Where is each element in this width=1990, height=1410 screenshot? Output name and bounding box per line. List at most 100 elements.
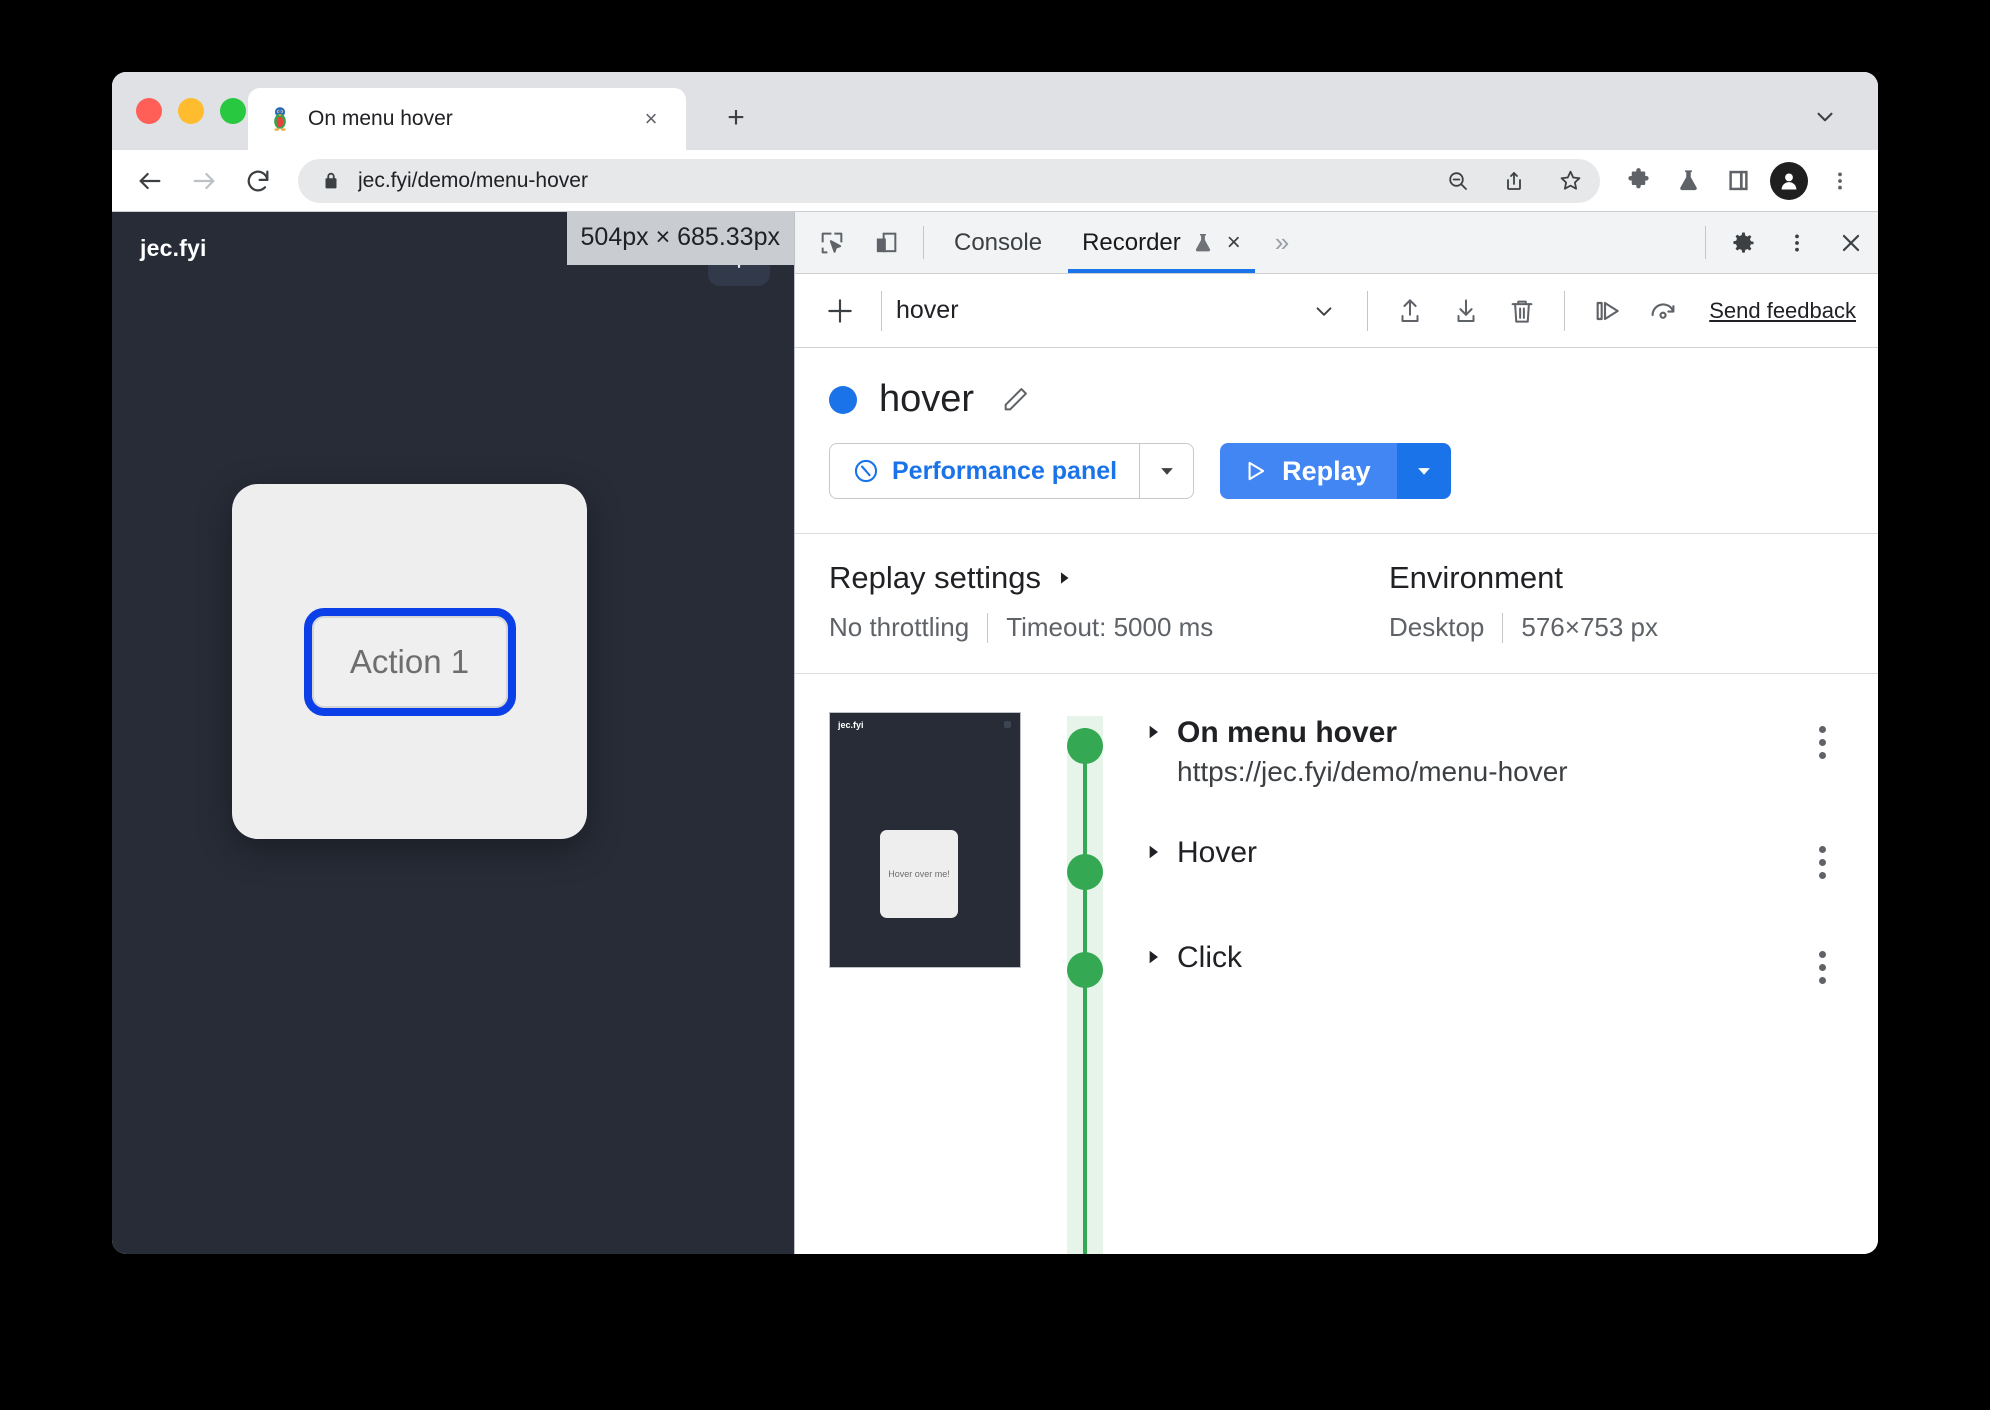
- side-panel-icon[interactable]: [1716, 159, 1760, 203]
- chevron-down-icon: [1311, 298, 1337, 324]
- caret-right-icon: [1055, 569, 1073, 587]
- viewport-size-tooltip: 504px × 685.33px: [566, 212, 794, 265]
- send-feedback-link[interactable]: Send feedback: [1709, 298, 1856, 324]
- devtools-panel: Console Recorder × » hover Send feedback…: [795, 212, 1878, 1254]
- device-toolbar-icon[interactable]: [859, 212, 913, 273]
- three-dot-menu-icon[interactable]: [1800, 836, 1844, 879]
- throttling-value: No throttling: [829, 612, 970, 642]
- three-dot-menu-icon[interactable]: [1818, 159, 1862, 203]
- window-content: jec.fyi 504px × 685.33px Action 1 Consol…: [112, 212, 1878, 1254]
- step-marker-1: [1067, 728, 1103, 764]
- thumbnail-brand: jec.fyi: [838, 720, 864, 730]
- three-dot-menu-icon[interactable]: [1770, 212, 1824, 273]
- caret-right-icon[interactable]: [1143, 716, 1177, 747]
- step-subtitle-1: https://jec.fyi/demo/menu-hover: [1177, 756, 1568, 787]
- trash-icon[interactable]: [1494, 283, 1550, 339]
- close-window-button[interactable]: [136, 98, 162, 124]
- timeout-value: Timeout: 5000 ms: [1006, 612, 1214, 642]
- performance-panel-button[interactable]: Performance panel: [830, 444, 1139, 498]
- minimize-window-button[interactable]: [178, 98, 204, 124]
- close-icon[interactable]: [1824, 212, 1878, 273]
- puzzle-icon[interactable]: [1616, 159, 1660, 203]
- toolbar-divider-2: [1367, 290, 1369, 331]
- step-marker-3: [1067, 952, 1103, 988]
- address-bar-url: jec.fyi/demo/menu-hover: [358, 168, 588, 192]
- caret-right-icon[interactable]: [1143, 941, 1177, 972]
- recording-header: hover: [795, 348, 1878, 427]
- recording-select[interactable]: hover: [896, 296, 1353, 325]
- replay-settings-column: Replay settings No throttling Timeout: 5…: [829, 560, 1389, 643]
- replay-button[interactable]: Replay: [1220, 443, 1397, 499]
- page-viewport: jec.fyi 504px × 685.33px Action 1: [112, 212, 795, 1254]
- more-tabs-icon[interactable]: »: [1261, 212, 1303, 273]
- tab-close-icon[interactable]: ×: [634, 102, 668, 136]
- step-body-3: Click: [1177, 941, 1800, 975]
- plus-icon[interactable]: [813, 284, 867, 338]
- tab-recorder[interactable]: Recorder ×: [1062, 212, 1261, 273]
- tab-console-label: Console: [954, 228, 1043, 256]
- caret-right-icon[interactable]: [1143, 836, 1177, 867]
- steps-section: jec.fyi Hover over me! On menu hover htt…: [795, 674, 1878, 1254]
- step-body-2: Hover: [1177, 836, 1800, 870]
- forward-arrow-icon[interactable]: [180, 157, 228, 205]
- replay-options-caret[interactable]: [1396, 443, 1451, 499]
- reload-icon[interactable]: [234, 157, 282, 205]
- export-icon[interactable]: [1438, 283, 1494, 339]
- step-row-2[interactable]: Hover: [1133, 836, 1844, 879]
- replay-speed-icon[interactable]: [1635, 283, 1691, 339]
- replay-settings-values: No throttling Timeout: 5000 ms: [829, 612, 1389, 643]
- import-icon[interactable]: [1382, 283, 1438, 339]
- tab-strip: On menu hover × +: [112, 72, 1878, 150]
- step-body-1: On menu hover https://jec.fyi/demo/menu-…: [1177, 716, 1800, 788]
- browser-toolbar: jec.fyi/demo/menu-hover: [112, 150, 1878, 212]
- step-row-1[interactable]: On menu hover https://jec.fyi/demo/menu-…: [1133, 716, 1844, 788]
- step-row-3[interactable]: Click: [1133, 941, 1844, 984]
- divider: [987, 612, 989, 643]
- timeline-line: [1083, 728, 1087, 1254]
- hover-card[interactable]: Action 1: [232, 484, 587, 839]
- share-icon[interactable]: [1494, 161, 1534, 201]
- traffic-lights: [136, 98, 246, 124]
- recording-select-value: hover: [896, 296, 959, 324]
- address-bar[interactable]: jec.fyi/demo/menu-hover: [298, 158, 1600, 203]
- steps-list: On menu hover https://jec.fyi/demo/menu-…: [1133, 702, 1844, 1254]
- back-arrow-icon[interactable]: [126, 157, 174, 205]
- environment-viewport: 576×753 px: [1521, 612, 1659, 642]
- performance-panel-label: Performance panel: [892, 456, 1118, 485]
- recording-thumbnail: jec.fyi Hover over me!: [829, 712, 1021, 968]
- tab-recorder-close-icon[interactable]: ×: [1227, 230, 1241, 255]
- toolbar-divider: [881, 290, 882, 331]
- star-icon[interactable]: [1550, 161, 1590, 201]
- flask-icon[interactable]: [1666, 159, 1710, 203]
- new-tab-button[interactable]: +: [714, 96, 758, 140]
- divider: [1502, 612, 1504, 643]
- three-dot-menu-icon[interactable]: [1800, 941, 1844, 984]
- step-title-3: Click: [1177, 941, 1242, 974]
- inspect-element-icon[interactable]: [805, 212, 859, 273]
- profile-avatar-icon[interactable]: [1770, 161, 1808, 200]
- browser-tab[interactable]: On menu hover ×: [248, 88, 686, 150]
- pencil-icon[interactable]: [996, 381, 1034, 419]
- devtools-tabbar-right: [1695, 212, 1878, 273]
- performance-panel-caret[interactable]: [1139, 444, 1193, 498]
- recording-status-dot: [829, 385, 857, 414]
- sun-icon: [1004, 721, 1011, 728]
- environment-values: Desktop 576×753 px: [1389, 612, 1844, 643]
- maximize-window-button[interactable]: [220, 98, 246, 124]
- play-triangle-icon: [1242, 458, 1268, 484]
- step-over-icon[interactable]: [1579, 283, 1635, 339]
- browser-window: On menu hover × + jec.fyi/demo/menu-hove…: [112, 72, 1878, 1254]
- tab-title: On menu hover: [308, 107, 453, 130]
- replay-button-group: Replay: [1220, 443, 1451, 499]
- step-title-2: Hover: [1177, 836, 1258, 869]
- tab-console[interactable]: Console: [934, 212, 1062, 273]
- replay-settings-toggle[interactable]: Replay settings: [829, 560, 1389, 596]
- zoom-out-icon[interactable]: [1438, 161, 1478, 201]
- toolbar-divider-right: [1705, 226, 1706, 259]
- gear-icon[interactable]: [1716, 212, 1770, 273]
- tab-recorder-label: Recorder: [1082, 228, 1181, 256]
- chevron-down-icon[interactable]: [1808, 100, 1842, 134]
- replay-button-label: Replay: [1282, 455, 1371, 486]
- action-1-button[interactable]: Action 1: [303, 607, 516, 716]
- three-dot-menu-icon[interactable]: [1800, 716, 1844, 759]
